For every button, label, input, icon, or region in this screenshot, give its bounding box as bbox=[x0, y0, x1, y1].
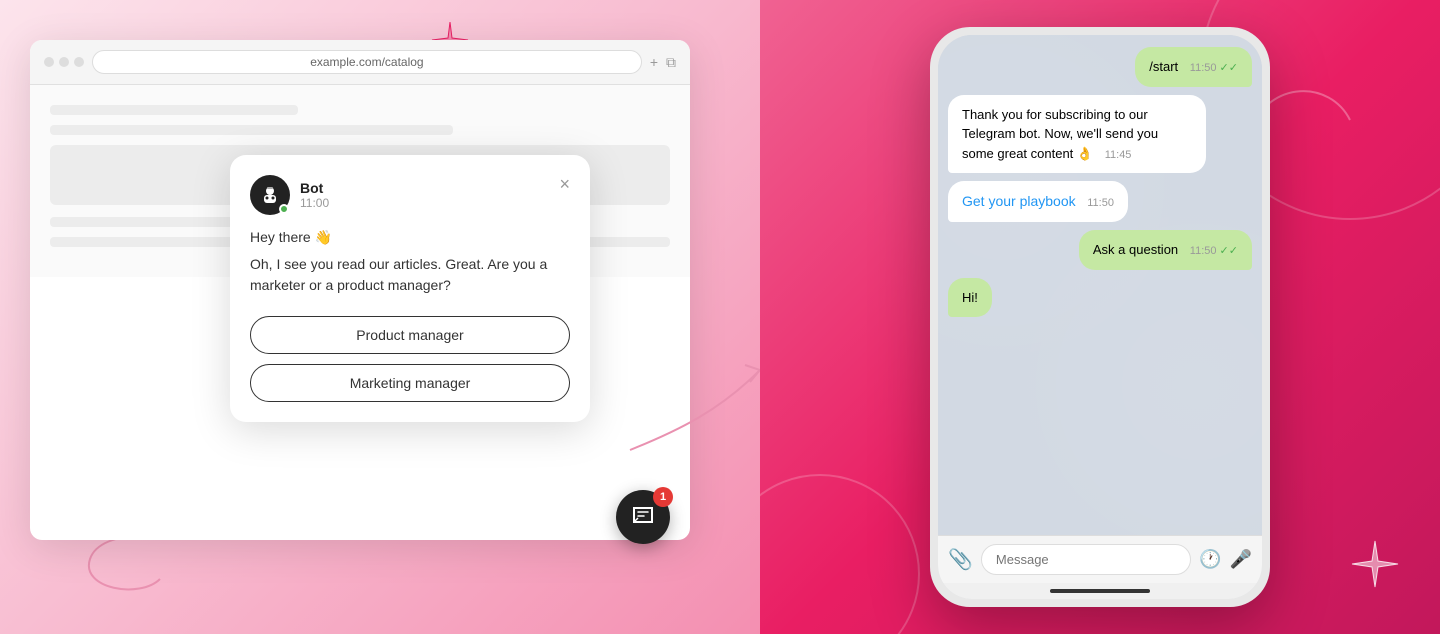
message-row-thankyou: Thank you for subscribing to our Telegra… bbox=[948, 95, 1252, 174]
bot-avatar bbox=[250, 175, 290, 215]
chat-popup: Bot 11:00 × Hey there 👋 Oh, I see you re… bbox=[230, 155, 590, 422]
browser-address-bar[interactable]: example.com/catalog bbox=[92, 50, 642, 74]
browser-dots bbox=[44, 57, 84, 67]
message-row-hi: Hi! bbox=[948, 278, 1252, 318]
bot-details: Bot 11:00 bbox=[300, 180, 329, 210]
deco-circle-2 bbox=[760, 474, 920, 634]
marketing-manager-button[interactable]: Marketing manager bbox=[250, 364, 570, 402]
message-playbook-link[interactable]: Get your playbook bbox=[962, 193, 1076, 209]
chat-popup-header: Bot 11:00 × bbox=[250, 175, 570, 215]
chat-question: Oh, I see you read our articles. Great. … bbox=[250, 254, 570, 296]
message-askquestion-time: 11:50 bbox=[1190, 245, 1238, 257]
bot-info: Bot 11:00 bbox=[250, 175, 329, 215]
product-manager-button[interactable]: Product manager bbox=[250, 316, 570, 354]
telegram-input-bar: 📎 🕐 🎤 bbox=[938, 535, 1262, 583]
message-start: /start 11:50 bbox=[1135, 47, 1252, 87]
message-row-start: /start 11:50 bbox=[948, 47, 1252, 87]
message-start-text: /start bbox=[1149, 59, 1178, 74]
skeleton-line-1 bbox=[50, 105, 298, 115]
home-indicator bbox=[938, 583, 1262, 599]
bot-name: Bot bbox=[300, 180, 329, 196]
chat-option-buttons: Product manager Marketing manager bbox=[250, 316, 570, 402]
message-row-playbook: Get your playbook 11:50 bbox=[948, 181, 1252, 222]
chat-greeting: Hey there 👋 bbox=[250, 229, 570, 246]
message-row-askquestion: Ask a question 11:50 bbox=[948, 230, 1252, 270]
message-askquestion: Ask a question 11:50 bbox=[1079, 230, 1252, 270]
browser-toolbar: example.com/catalog + ⧉ bbox=[30, 40, 690, 85]
telegram-messages: /start 11:50 Thank you for subscribing t… bbox=[938, 35, 1262, 535]
right-panel: /start 11:50 Thank you for subscribing t… bbox=[760, 0, 1440, 634]
message-start-time: 11:50 bbox=[1190, 62, 1238, 74]
message-askquestion-text: Ask a question bbox=[1093, 242, 1178, 257]
bot-time: 11:00 bbox=[300, 196, 329, 210]
browser-dot-1 bbox=[44, 57, 54, 67]
message-input[interactable] bbox=[981, 544, 1191, 575]
sparkle-decoration-right bbox=[1350, 539, 1400, 594]
attach-icon[interactable]: 📎 bbox=[948, 547, 973, 572]
message-playbook-time: 11:50 bbox=[1087, 197, 1114, 209]
message-hi: Hi! bbox=[948, 278, 992, 318]
message-thankyou-time: 11:45 bbox=[1105, 149, 1132, 161]
browser-dot-2 bbox=[59, 57, 69, 67]
notification-badge: 1 bbox=[653, 487, 673, 507]
chat-launcher-button[interactable]: 1 bbox=[616, 490, 670, 544]
left-panel: example.com/catalog + ⧉ bbox=[0, 0, 760, 634]
mic-icon[interactable]: 🎤 bbox=[1230, 549, 1252, 570]
browser-copy-icon[interactable]: ⧉ bbox=[666, 54, 676, 71]
skeleton-line-2 bbox=[50, 125, 453, 135]
browser-dot-3 bbox=[74, 57, 84, 67]
home-bar bbox=[1050, 589, 1150, 593]
message-hi-text: Hi! bbox=[962, 290, 978, 305]
message-thankyou: Thank you for subscribing to our Telegra… bbox=[948, 95, 1206, 174]
close-button[interactable]: × bbox=[559, 175, 570, 193]
phone-mockup: /start 11:50 Thank you for subscribing t… bbox=[930, 27, 1270, 607]
message-playbook: Get your playbook 11:50 bbox=[948, 181, 1128, 222]
browser-plus-icon[interactable]: + bbox=[650, 54, 658, 71]
emoji-icon[interactable]: 🕐 bbox=[1199, 549, 1221, 570]
bot-online-indicator bbox=[279, 204, 289, 214]
phone-screen: /start 11:50 Thank you for subscribing t… bbox=[938, 35, 1262, 599]
browser-actions: + ⧉ bbox=[650, 54, 676, 71]
